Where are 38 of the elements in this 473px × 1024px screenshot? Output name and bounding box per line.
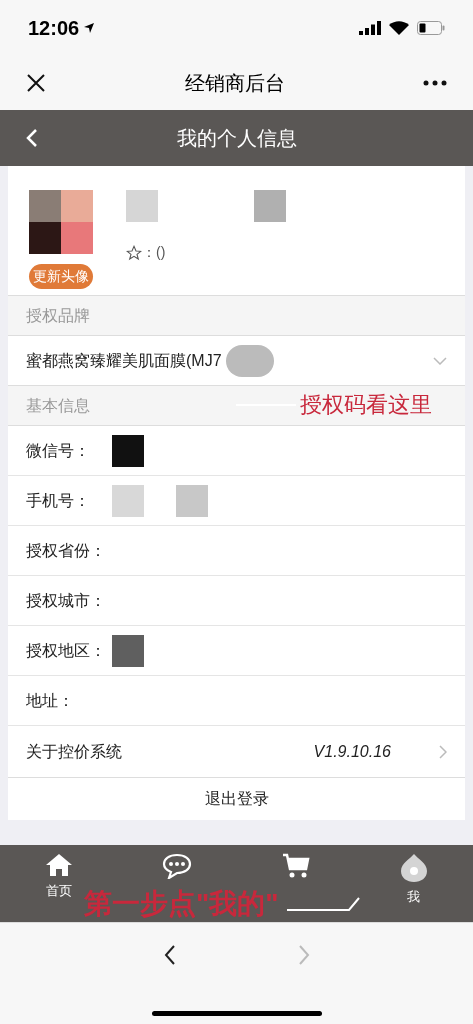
section-title: 基本信息 <box>26 395 90 416</box>
field-label: 地址： <box>26 690 75 711</box>
tab-item[interactable] <box>162 853 193 879</box>
field-label: 授权城市： <box>26 590 107 611</box>
tab-item[interactable]: 首页 <box>45 853 74 901</box>
signal-icon <box>359 21 381 35</box>
close-icon <box>26 73 46 93</box>
brand-select[interactable]: 蜜都燕窝臻耀美肌面膜(MJ7 <box>8 336 465 386</box>
star-icon <box>126 244 142 261</box>
location-icon <box>83 22 96 34</box>
field-label: 授权省份： <box>26 540 107 561</box>
page-title: 我的个人信息 <box>176 126 297 151</box>
annotation-text: 第一步点"我的" <box>84 887 279 921</box>
section-title: 授权品牌 <box>26 305 90 326</box>
field-label: 手机号： <box>26 490 91 511</box>
chat-icon <box>162 853 193 879</box>
battery-icon <box>417 21 445 35</box>
annotation-text: 授权码看这里 <box>300 391 432 419</box>
cart-icon <box>281 853 310 879</box>
field-label: 微信号： <box>26 440 91 461</box>
forward-icon <box>297 944 310 966</box>
chevron-down-icon <box>433 356 447 365</box>
wifi-icon <box>389 21 409 35</box>
tab-item[interactable] <box>281 853 310 879</box>
more-icon <box>423 80 447 86</box>
back-icon <box>26 128 38 148</box>
back-icon <box>163 944 176 966</box>
rating-text: ：() <box>142 243 166 262</box>
logout-button[interactable]: 退出登录 <box>8 778 465 820</box>
field-label: 授权地区： <box>26 640 107 661</box>
tab-item[interactable]: 我 <box>399 853 428 907</box>
version-text: V1.9.10.16 <box>313 741 391 762</box>
about-row[interactable]: 关于控价系统 V1.9.10.16 <box>8 726 465 778</box>
status-time: 12:06 <box>28 16 80 41</box>
nav-title: 经销商后台 <box>184 71 285 96</box>
redaction-block <box>225 344 274 377</box>
home-icon <box>45 853 74 877</box>
chevron-right-icon <box>439 744 447 759</box>
